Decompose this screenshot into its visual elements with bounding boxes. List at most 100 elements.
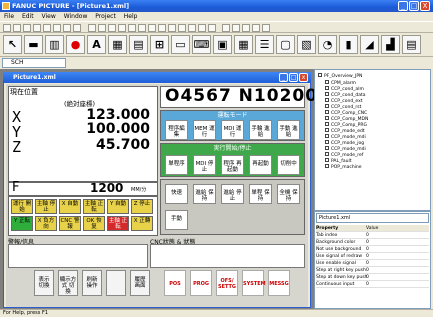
property-row[interactable]: Step at down key push 0 bbox=[316, 274, 429, 281]
exec-button[interactable]: 再起動 bbox=[249, 155, 272, 175]
message-key[interactable]: MESSG bbox=[268, 270, 290, 296]
menu-project[interactable]: Project bbox=[95, 13, 116, 20]
switch-button[interactable]: OK 恢复 bbox=[83, 216, 105, 231]
picture-close-button[interactable]: x bbox=[299, 73, 308, 82]
cut-icon[interactable] bbox=[33, 24, 41, 32]
align-top-icon[interactable] bbox=[118, 24, 126, 32]
redo-icon[interactable] bbox=[73, 24, 81, 32]
system-key[interactable]: SYSTEM bbox=[242, 270, 266, 296]
same-size-icon[interactable] bbox=[168, 24, 176, 32]
gauge-icon[interactable]: ◔ bbox=[318, 35, 337, 54]
exec-button[interactable]: 単程序 bbox=[165, 155, 188, 175]
mode-button[interactable]: 手動 進給 bbox=[277, 120, 300, 140]
property-row[interactable]: Use signal of redraw 0 bbox=[316, 253, 429, 260]
manual-button[interactable]: 手動 bbox=[165, 210, 188, 230]
mode-button[interactable]: MEM 運行 bbox=[193, 120, 216, 140]
frame-icon[interactable]: ▬ bbox=[24, 35, 43, 54]
chart-icon[interactable]: ▟ bbox=[381, 35, 400, 54]
switch-button[interactable]: X 負方向 bbox=[35, 216, 57, 231]
table-icon[interactable]: ▦ bbox=[234, 35, 253, 54]
function-key[interactable] bbox=[106, 270, 126, 296]
switch-button[interactable]: Y 正転 bbox=[11, 216, 33, 231]
align-bottom-icon[interactable] bbox=[138, 24, 146, 32]
copy-icon[interactable] bbox=[43, 24, 51, 32]
center-vertical-icon[interactable] bbox=[208, 24, 216, 32]
mode-button[interactable]: 程序編集 bbox=[165, 120, 188, 140]
switch-button[interactable]: Z 停止 bbox=[131, 199, 153, 214]
maximize-button[interactable]: □ bbox=[409, 1, 419, 11]
graph-icon[interactable]: ◢ bbox=[360, 35, 379, 54]
tree-root[interactable]: PF_Overview_JPN bbox=[318, 73, 362, 79]
function-key[interactable]: 顯示方式 切換 bbox=[58, 270, 78, 296]
align-left-icon[interactable] bbox=[88, 24, 96, 32]
misc-button[interactable]: 進給 保持 bbox=[193, 184, 216, 204]
switch-icon[interactable]: ⊞ bbox=[150, 35, 169, 54]
grid-icon[interactable] bbox=[232, 24, 240, 32]
switch-button[interactable]: Y 自動 bbox=[107, 199, 129, 214]
menu-file[interactable]: File bbox=[4, 13, 14, 20]
picture-icon[interactable]: ▣ bbox=[213, 35, 232, 54]
same-width-icon[interactable] bbox=[148, 24, 156, 32]
keyboard-icon[interactable]: ⌨ bbox=[192, 35, 211, 54]
mode-button[interactable]: 手輪 進給 bbox=[249, 120, 272, 140]
close-button[interactable]: X bbox=[420, 1, 430, 11]
property-row[interactable]: Use enable signal 0 bbox=[316, 260, 429, 267]
paste-icon[interactable] bbox=[53, 24, 61, 32]
picture-restore-button[interactable]: □ bbox=[289, 73, 298, 82]
tab-icon[interactable]: ▧ bbox=[297, 35, 316, 54]
ofs-setting-key[interactable]: OFS/ SETTG bbox=[216, 270, 238, 296]
numeric-icon[interactable]: ▦ bbox=[108, 35, 127, 54]
function-key[interactable]: 刷新 操作 bbox=[82, 270, 102, 296]
exec-button[interactable]: MDI 停止 bbox=[193, 155, 216, 175]
misc-button[interactable]: 全機 保持 bbox=[277, 184, 300, 204]
function-key[interactable]: 履歴 画面 bbox=[130, 270, 150, 296]
space-across-icon[interactable] bbox=[178, 24, 186, 32]
function-key[interactable]: 表示 切換 bbox=[34, 270, 54, 296]
menu-help[interactable]: Help bbox=[124, 13, 138, 20]
new-icon[interactable] bbox=[3, 24, 11, 32]
property-row[interactable]: Continuous input 0 bbox=[316, 281, 429, 288]
property-row[interactable]: Not use background 0 bbox=[316, 246, 429, 253]
center-horizontal-icon[interactable] bbox=[198, 24, 206, 32]
zoom-icon[interactable] bbox=[252, 24, 260, 32]
switch-button[interactable]: CNC 警報 bbox=[59, 216, 81, 231]
arrow-icon[interactable] bbox=[222, 24, 230, 32]
meter-icon[interactable]: ▮ bbox=[339, 35, 358, 54]
align-center-icon[interactable] bbox=[98, 24, 106, 32]
switch-button[interactable]: 主軸 停止 bbox=[35, 199, 57, 214]
picture-minimize-button[interactable]: _ bbox=[279, 73, 288, 82]
property-object-select[interactable]: Picture1.xml bbox=[316, 213, 429, 223]
property-row[interactable]: Background color 0 bbox=[316, 239, 429, 246]
screen-select[interactable]: SCH bbox=[2, 58, 66, 68]
same-height-icon[interactable] bbox=[158, 24, 166, 32]
undo-icon[interactable] bbox=[63, 24, 71, 32]
pointer-icon[interactable]: ↖ bbox=[3, 35, 22, 54]
align-middle-icon[interactable] bbox=[128, 24, 136, 32]
align-right-icon[interactable] bbox=[108, 24, 116, 32]
property-row[interactable]: Tab index 0 bbox=[316, 232, 429, 239]
switch-button[interactable]: X 正轉 bbox=[131, 216, 153, 231]
switch-button[interactable]: 運行 開始 bbox=[11, 199, 33, 214]
menu-view[interactable]: View bbox=[42, 13, 56, 20]
space-down-icon[interactable] bbox=[188, 24, 196, 32]
minimize-button[interactable]: _ bbox=[398, 1, 408, 11]
list-icon[interactable]: ☰ bbox=[255, 35, 274, 54]
switch-button[interactable]: 主軸 正転 bbox=[83, 199, 105, 214]
property-row[interactable]: Step at right key push 0 bbox=[316, 267, 429, 274]
switch-button[interactable]: X 自動 bbox=[59, 199, 81, 214]
tree-item[interactable]: POP_machine bbox=[325, 164, 362, 170]
exec-button[interactable]: 切削中 bbox=[277, 155, 300, 175]
misc-button[interactable]: 進給 停止 bbox=[221, 184, 244, 204]
screen-icon[interactable]: ▢ bbox=[276, 35, 295, 54]
exec-button[interactable]: 程序 再起動 bbox=[221, 155, 244, 175]
panel-icon[interactable]: ▥ bbox=[45, 35, 64, 54]
sheet-icon[interactable]: ▤ bbox=[402, 35, 421, 54]
help-icon[interactable] bbox=[262, 24, 270, 32]
lamp-icon[interactable]: ● bbox=[66, 35, 85, 54]
save-icon[interactable] bbox=[23, 24, 31, 32]
menu-edit[interactable]: Edit bbox=[22, 13, 34, 20]
menu-window[interactable]: Window bbox=[64, 13, 88, 20]
mode-button[interactable]: MDI 運行 bbox=[221, 120, 244, 140]
prog-key[interactable]: PROG bbox=[190, 270, 212, 296]
switch-button[interactable]: 主軸 正転 bbox=[107, 216, 129, 231]
